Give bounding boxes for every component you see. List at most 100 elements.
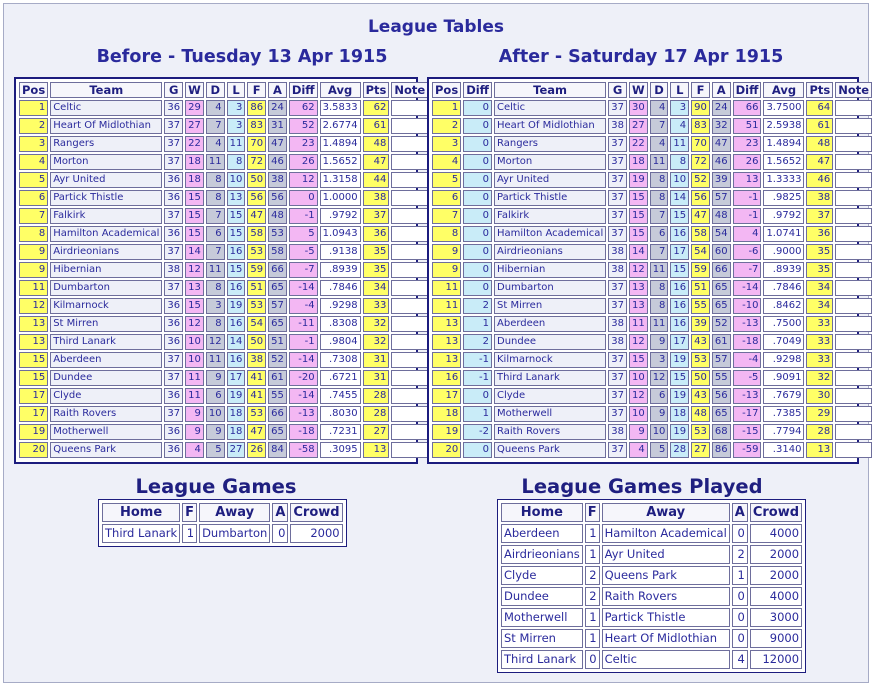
table-cell: 50	[691, 370, 710, 386]
table-cell: 12	[185, 262, 204, 278]
table-row: 13 St Mirren 36 12 8 16 54 65 -11.8308 32	[19, 316, 429, 332]
games-after-table: Home F Away A Crowd Aberdeen 1 Hamilton Academi…	[499, 501, 804, 671]
table-cell: .9091	[763, 370, 805, 386]
table-cell: .8030	[319, 406, 361, 422]
table-cell: 37	[362, 208, 390, 224]
table-cell: 13	[19, 334, 49, 350]
game-row: Aberdeen 1 Hamilton Academical 0 4000	[501, 524, 803, 543]
table-cell: 13	[185, 280, 204, 296]
table-row: 16 -1 Third Lanark 37 10 12 15 50 55 -5.9091 32	[432, 370, 873, 386]
table-cell	[391, 442, 429, 458]
table-cell: 17	[226, 370, 246, 386]
table-cell: 37	[164, 406, 184, 422]
table-cell: 65	[711, 280, 731, 296]
column-header: F	[247, 82, 267, 98]
table-row: 9 0 Airdrieonians 38 14 7 17 54 60 -6.9000 35	[432, 244, 873, 260]
table-row: 5 0 Ayr United 37 19 8 10 52 39 13 1.3333 46	[432, 172, 873, 188]
table-row: 7 Falkirk 37 15 7 15 47 48 -1.9792 37	[19, 208, 429, 224]
table-cell: 11	[649, 316, 669, 332]
table-cell: 44	[362, 172, 390, 188]
table-cell: 19	[670, 388, 690, 404]
table-cell: 4	[628, 442, 648, 458]
table-cell: -13	[732, 388, 762, 404]
table-cell: 51	[247, 280, 267, 296]
header-row: Pos Diff Team G W D L F A Diff Avg Pts Note	[432, 82, 873, 98]
table-cell: 11	[432, 280, 462, 296]
table-cell: 26	[288, 154, 318, 170]
table-cell: 15	[628, 190, 648, 206]
column-header: Pts	[806, 82, 834, 98]
table-cell: 47	[247, 424, 267, 440]
column-header: Team	[494, 82, 607, 98]
table-cell: Morton	[494, 154, 607, 170]
table-cell: 11	[670, 136, 690, 152]
table-cell: 37	[608, 352, 627, 368]
table-cell: 62	[288, 100, 318, 116]
game-row: Clyde 2 Queens Park 1 2000	[501, 566, 803, 585]
table-cell: 27	[691, 442, 710, 458]
table-cell: 18	[185, 154, 204, 170]
table-cell: 43	[691, 388, 710, 404]
after-league-table: Pos Diff Team G W D L F A Diff Avg Pts Note 1 0 Celtic 3…	[430, 80, 874, 460]
table-cell	[391, 118, 429, 134]
table-cell: 38	[164, 262, 184, 278]
table-cell: 37	[608, 280, 627, 296]
table-row: 2 0 Heart Of Midlothian 38 27 7 4 83 32 51 2.5938 6…	[432, 118, 873, 134]
page-title: League Tables	[367, 17, 505, 37]
table-cell	[391, 100, 429, 116]
table-cell	[391, 406, 429, 422]
table-cell: 60	[711, 244, 731, 260]
column-header: Pts	[362, 82, 390, 98]
table-cell: 61	[362, 118, 390, 134]
table-cell: 5	[205, 442, 225, 458]
table-cell: 11	[628, 316, 648, 332]
table-cell: 17	[19, 388, 49, 404]
table-cell: 46	[711, 154, 731, 170]
table-cell: 38	[608, 244, 627, 260]
game-row: Airdrieonians 1 Ayr United 2 2000	[501, 545, 803, 564]
table-cell: 32	[362, 316, 390, 332]
table-cell: St Mirren	[494, 298, 607, 314]
table-cell: Aberdeen	[50, 352, 163, 368]
table-cell: 9	[649, 334, 669, 350]
table-row: 11 0 Dumbarton 37 13 8 16 51 65 -14.7846 34	[432, 280, 873, 296]
table-cell: 83	[691, 118, 710, 134]
table-row: 4 Morton 37 18 11 8 72 46 26 1.5652 47	[19, 154, 429, 170]
table-cell: .9298	[763, 352, 805, 368]
table-cell: 8	[649, 190, 669, 206]
game-row: Dundee 2 Raith Rovers 0 4000	[501, 587, 803, 606]
table-cell: 38	[268, 172, 287, 188]
table-cell: 13	[226, 190, 246, 206]
table-cell: 53	[247, 244, 267, 260]
table-cell	[391, 190, 429, 206]
table-cell: 15	[185, 190, 204, 206]
table-cell: 37	[608, 226, 627, 242]
table-cell: 2.6774	[319, 118, 361, 134]
column-header: A	[268, 82, 287, 98]
table-cell: 27	[226, 442, 246, 458]
game-cell: 0	[272, 524, 289, 543]
table-cell: 15	[185, 298, 204, 314]
game-cell: 3000	[749, 608, 803, 627]
table-cell: Rangers	[50, 136, 163, 152]
table-cell	[835, 406, 873, 422]
table-cell: 22	[185, 136, 204, 152]
table-cell: Morton	[50, 154, 163, 170]
table-cell: 86	[711, 442, 731, 458]
table-cell: Hibernian	[50, 262, 163, 278]
table-cell: 36	[362, 226, 390, 242]
table-cell: 12	[649, 370, 669, 386]
table-cell: 3	[649, 352, 669, 368]
table-cell: 2	[432, 118, 462, 134]
game-cell: 1	[182, 524, 198, 543]
table-cell	[391, 298, 429, 314]
table-cell: 36	[164, 334, 184, 350]
game-row: Third Lanark 1 Dumbarton 0 2000	[102, 524, 343, 543]
game-cell: 0	[731, 629, 748, 648]
table-cell: 16	[670, 280, 690, 296]
table-cell: 13	[628, 298, 648, 314]
game-cell: 12000	[749, 650, 803, 669]
table-cell: 19	[226, 298, 246, 314]
table-cell	[835, 208, 873, 224]
table-cell: -7	[288, 262, 318, 278]
